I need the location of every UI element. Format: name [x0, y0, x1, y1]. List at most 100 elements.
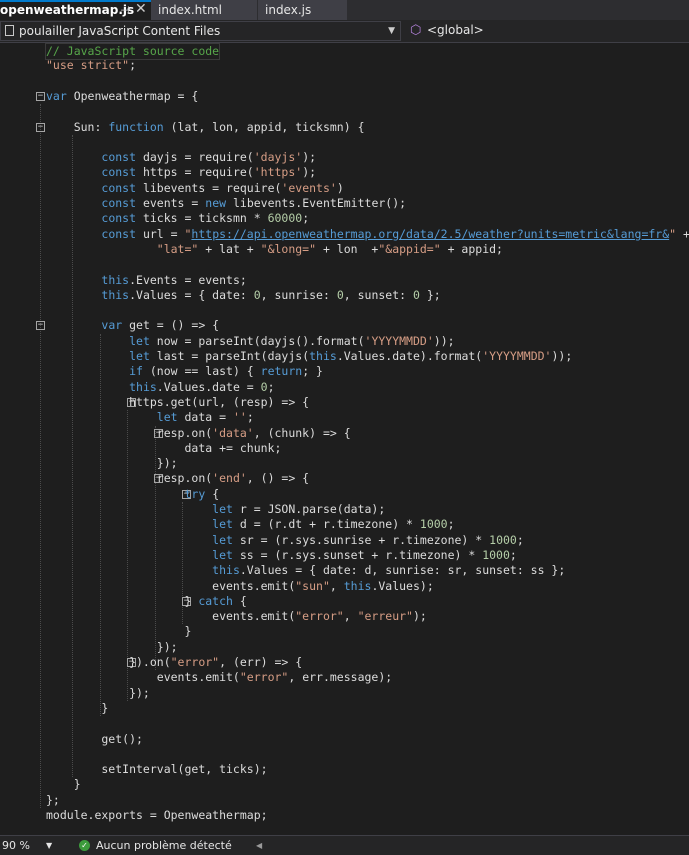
code-line[interactable]: this.Values = { date: 0, sunrise: 0, sun…: [46, 287, 440, 303]
code-token: , sunset:: [343, 287, 414, 302]
code-token: events.emit(: [46, 670, 240, 685]
code-line[interactable]: });: [46, 686, 150, 701]
tab-index-js[interactable]: index.js: [257, 0, 347, 20]
code-line[interactable]: resp.on('data', (chunk) => {: [46, 426, 351, 441]
code-token: }: [46, 593, 199, 608]
code-token: });: [46, 685, 150, 700]
code-line[interactable]: this.Values = { date: d, sunrise: sr, su…: [46, 563, 565, 578]
code-line[interactable]: get();: [46, 732, 143, 747]
code-editor[interactable]: − − − − − − − − − // JavaScript source code "use …: [0, 43, 689, 835]
code-token: };: [46, 792, 60, 807]
code-line[interactable]: }: [46, 701, 108, 716]
code-line[interactable]: let sr = (r.sys.sunrise + r.timezone) * …: [46, 533, 524, 548]
code-token: (lat, lon, appid, ticksmn) {: [163, 119, 365, 134]
code-line[interactable]: module.exports = Openweathermap;: [46, 808, 268, 823]
code-line[interactable]: setInterval(get, ticks);: [46, 762, 267, 777]
code-token: const: [101, 196, 137, 210]
code-line[interactable]: events.emit("error", err.message);: [46, 670, 392, 685]
scope-dropdown[interactable]: ⬡ <global>: [405, 21, 689, 41]
code-token: this: [101, 287, 130, 302]
scroll-left-icon[interactable]: ◀: [256, 836, 262, 855]
code-line[interactable]: const url = "https://api.openweathermap.…: [46, 227, 689, 242]
code-line[interactable]: this.Values.date = 0;: [46, 379, 274, 395]
code-line[interactable]: events.emit("error", "erreur");: [46, 609, 427, 624]
code-token: https.get(url, (resp) => {: [46, 394, 310, 409]
chevron-down-icon[interactable]: ▼: [46, 836, 52, 855]
code-token: Sun:: [46, 119, 109, 134]
code-token: , err.message);: [288, 670, 393, 685]
code-line[interactable]: const events = new libevents.EventEmitte…: [46, 196, 406, 211]
code-token: data += chunk;: [46, 440, 282, 455]
document-icon: [5, 25, 14, 36]
code-line[interactable]: let now = parseInt(dayjs().format('YYYYM…: [46, 333, 454, 349]
code-token: {: [205, 486, 220, 501]
tab-index-html[interactable]: index.html: [151, 0, 257, 20]
code-line[interactable]: if (now == last) { return; }: [46, 364, 323, 379]
code-token: }: [46, 624, 192, 639]
code-token: 0: [253, 287, 261, 302]
code-line[interactable]: let d = (r.dt + r.timezone) * 1000;: [46, 517, 454, 532]
code-token: events.emit(: [46, 609, 296, 624]
code-line[interactable]: data += chunk;: [46, 441, 281, 456]
code-token: '': [232, 410, 247, 425]
code-line[interactable]: const dayjs = require('dayjs');: [46, 150, 316, 165]
code-token: 0: [413, 287, 420, 302]
code-token: +: [676, 226, 689, 241]
issues-status[interactable]: Aucun problème détecté: [96, 836, 232, 855]
code-token: 0: [260, 379, 268, 394]
code-token: const: [101, 165, 137, 180]
code-line[interactable]: "use strict";: [46, 58, 136, 73]
code-line[interactable]: });: [46, 640, 178, 655]
code-line[interactable]: this.Events = events;: [46, 273, 246, 288]
code-line[interactable]: const libevents = require('events'): [46, 181, 343, 196]
code-line[interactable]: };: [46, 793, 60, 808]
code-line[interactable]: }: [46, 624, 191, 639]
code-token: });: [46, 456, 178, 471]
code-token: "sun": [295, 578, 330, 593]
code-token: "&long=": [260, 241, 317, 256]
code-token: const: [101, 150, 137, 165]
project-dropdown[interactable]: poulailler JavaScript Content Files ▼: [0, 21, 401, 41]
tab-openweathermap-js[interactable]: openweathermap.js ⊣ ✕: [0, 0, 151, 20]
code-line[interactable]: https.get(url, (resp) => {: [46, 395, 309, 410]
code-token: (now == last) {: [142, 364, 261, 379]
code-line[interactable]: events.emit("sun", this.Values);: [46, 579, 434, 594]
code-line[interactable]: const https = require('https');: [46, 165, 316, 180]
code-token: ticks = ticksmn *: [136, 211, 268, 226]
code-token: now = parseInt(dayjs().format(: [149, 333, 365, 348]
code-line[interactable]: });: [46, 456, 178, 471]
fold-toggle[interactable]: −: [36, 321, 45, 331]
fold-toggle[interactable]: −: [36, 91, 45, 101]
code-line[interactable]: resp.on('end', () => {: [46, 471, 309, 486]
code-line[interactable]: }: [46, 777, 81, 792]
code-token: 60000: [267, 211, 303, 226]
pin-icon[interactable]: ⊣: [120, 2, 130, 19]
fold-toggle[interactable]: −: [36, 122, 45, 132]
code-token: 'YYYYMMDD': [482, 349, 552, 363]
navigation-bar: poulailler JavaScript Content Files ▼ ⬡ …: [0, 20, 689, 43]
code-line[interactable]: var Openweathermap = {: [46, 89, 198, 104]
code-token: + lat +: [198, 241, 261, 256]
code-line[interactable]: let data = '';: [46, 410, 254, 425]
code-line[interactable]: let last = parseInt(dayjs(this.Values.da…: [46, 349, 572, 364]
scope-dropdown-label: <global>: [427, 23, 484, 37]
code-line[interactable]: }).on("error", (err) => {: [46, 655, 302, 670]
code-token: this: [129, 379, 157, 394]
code-line[interactable]: Sun: function (lat, lon, appid, ticksmn)…: [46, 120, 365, 135]
code-line[interactable]: } catch {: [46, 593, 246, 609]
code-line[interactable]: const ticks = ticksmn * 60000;: [46, 211, 309, 226]
code-line[interactable]: let ss = (r.sys.sunset + r.timezone) * 1…: [46, 548, 517, 563]
code-line[interactable]: "lat=" + lat + "&long=" + lon +"&appid="…: [46, 242, 503, 257]
code-line[interactable]: try {: [46, 487, 219, 502]
zoom-level[interactable]: 90 %: [2, 836, 30, 855]
code-token: 1000: [482, 547, 510, 562]
code-token: 'end': [212, 471, 247, 486]
code-line[interactable]: var get = () => {: [46, 318, 219, 333]
code-token: .Values = { date:: [129, 287, 254, 302]
code-line[interactable]: let r = JSON.parse(data);: [46, 502, 385, 517]
close-icon[interactable]: ✕: [135, 1, 147, 18]
